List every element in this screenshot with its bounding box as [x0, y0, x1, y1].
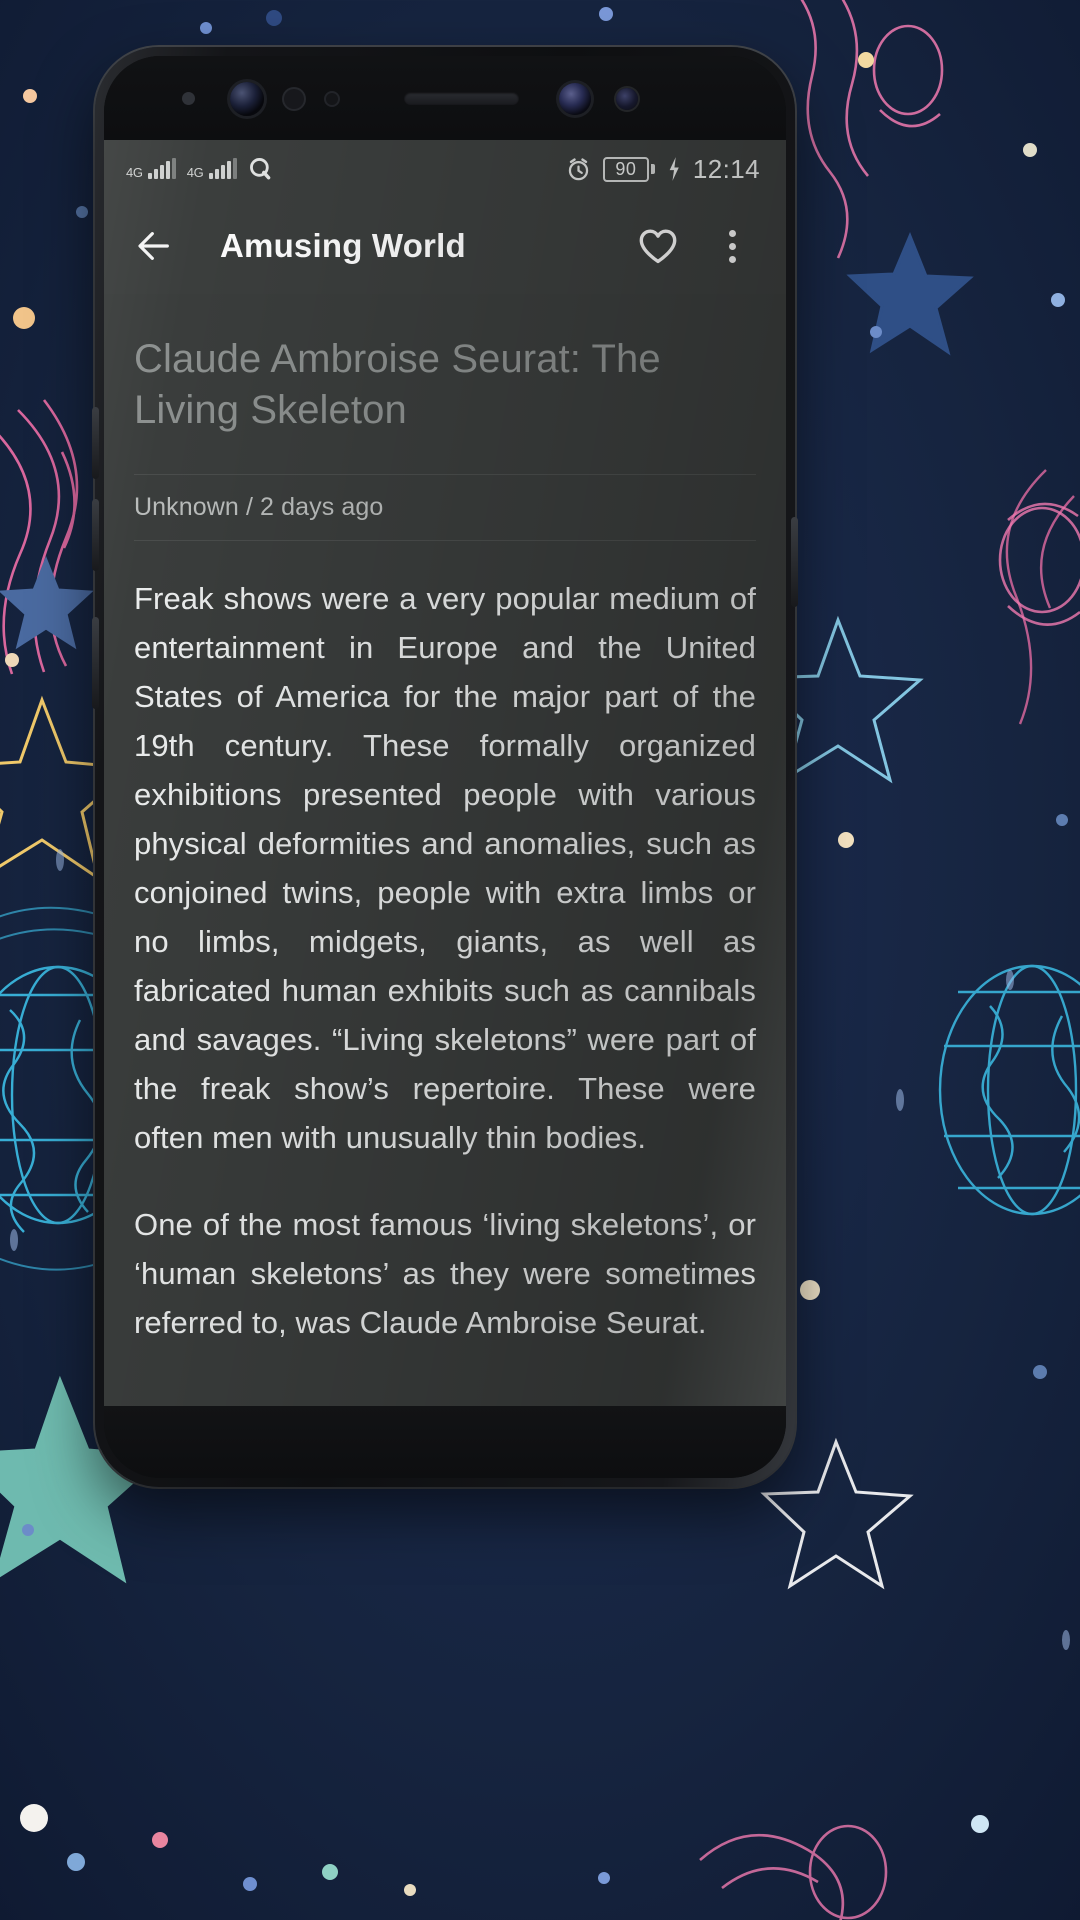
charging-bolt-icon [666, 156, 682, 182]
app-bar: Amusing World [104, 198, 786, 294]
sim1-network-label: 4G [126, 165, 143, 180]
kebab-menu-icon[interactable] [704, 218, 760, 274]
volume-up-button[interactable] [92, 407, 99, 479]
article-byline: Unknown / 2 days ago [134, 493, 384, 522]
alarm-clock-icon [565, 156, 592, 183]
light-sensor-icon [326, 93, 338, 105]
back-arrow-icon[interactable] [126, 218, 182, 274]
battery-indicator: 90 [602, 156, 655, 182]
battery-level-label: 90 [602, 156, 649, 182]
article-title: Claude Ambroise Seurat: The Living Skele… [134, 337, 661, 433]
power-button[interactable] [791, 517, 798, 607]
secondary-camera-icon [559, 83, 591, 115]
sim2-signal-icon: 4G [186, 158, 237, 180]
earpiece-speaker [404, 92, 519, 105]
volume-down-button[interactable] [92, 499, 99, 571]
phone-top-bezel [104, 56, 786, 140]
status-clock: 12:14 [692, 153, 760, 184]
article-paragraph: One of the most famous ‘living skeletons… [134, 1207, 756, 1340]
status-bar: 4G 4G 90 12:14 [104, 140, 786, 198]
sim1-signal-icon: 4G [126, 158, 176, 180]
phone-device: 4G 4G 90 12:14 Amusing World Claude Ambr… [92, 47, 798, 1487]
article-paragraph: Freak shows were a very popular medium o… [134, 581, 756, 1156]
page-title: Amusing World [220, 227, 466, 264]
infrared-sensor-icon [616, 88, 638, 110]
article-content: Claude Ambroise Seurat: The Living Skele… [104, 294, 786, 1406]
phone-bottom-bezel [104, 1406, 786, 1478]
proximity-sensor-icon [182, 92, 195, 105]
phone-screen: 4G 4G 90 12:14 Amusing World Claude Ambr… [104, 140, 786, 1406]
heart-outline-icon[interactable] [630, 218, 686, 274]
bixby-button[interactable] [92, 617, 99, 709]
q-search-icon [248, 156, 274, 182]
sim2-network-label: 4G [186, 165, 204, 180]
battery-cap [650, 164, 655, 174]
article-meta: Unknown / 2 days ago [134, 474, 756, 542]
iris-scanner-icon [284, 89, 304, 109]
front-camera-icon [230, 82, 264, 116]
